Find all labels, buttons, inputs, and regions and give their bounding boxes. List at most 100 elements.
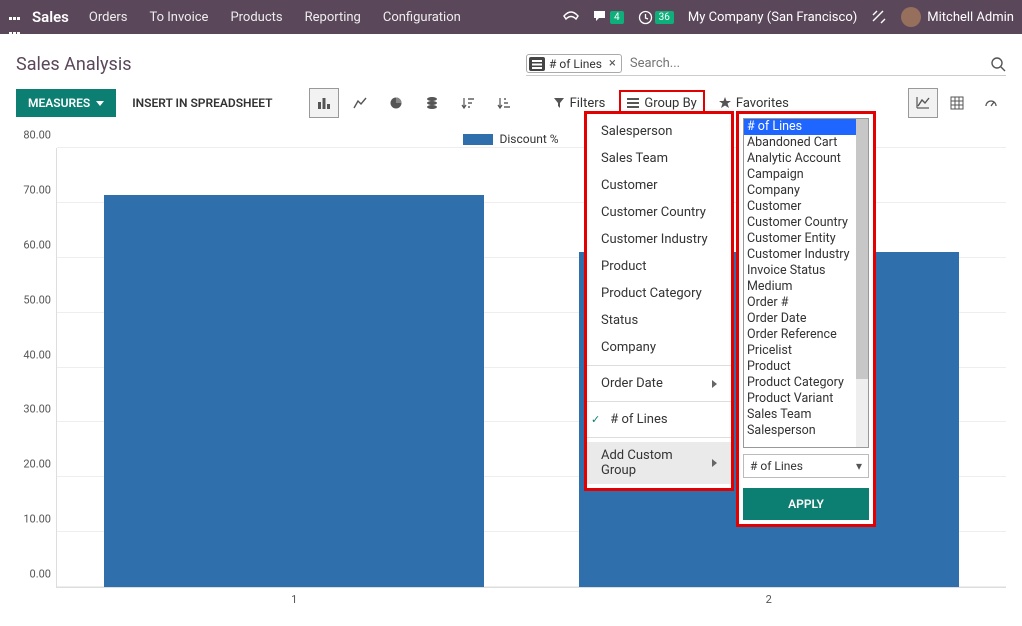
search-icon[interactable] [990,56,1006,72]
custom-group-option[interactable]: Product Variant [744,391,868,407]
search-area: # of Lines × [526,52,1006,76]
sort-asc-icon[interactable] [489,88,519,118]
y-tick-label: 30.00 [23,403,57,416]
custom-group-option[interactable]: Order # [744,295,868,311]
nav-configuration[interactable]: Configuration [383,10,461,25]
custom-group-option[interactable]: Product [744,359,868,375]
measures-label: MEASURES [28,96,90,110]
groupby-label: Group By [644,96,697,111]
custom-group-option[interactable]: Sales Team [744,407,868,423]
company-switcher[interactable]: My Company (San Francisco) [688,10,857,25]
chip-label: # of Lines [545,57,606,71]
custom-group-option[interactable]: Customer Industry [744,247,868,263]
pie-chart-icon[interactable] [381,88,411,118]
user-menu[interactable]: Mitchell Admin [901,7,1014,27]
filters-label: Filters [570,96,606,111]
custom-group-option[interactable]: Customer Country [744,215,868,231]
y-tick-label: 80.00 [23,129,57,142]
groupby-item[interactable]: Status [587,307,731,334]
legend-label: Discount % [499,132,558,146]
top-nav: Sales Orders To Invoice Products Reporti… [0,0,1022,34]
apply-button[interactable]: APPLY [743,488,869,520]
groupby-item[interactable]: Company [587,334,731,361]
groupby-item-lines[interactable]: # of Lines [587,406,731,433]
chevron-down-icon: ▾ [856,459,862,473]
y-tick-label: 20.00 [23,458,57,471]
brand[interactable]: Sales [32,8,69,26]
bar-chart-icon[interactable] [309,88,339,118]
sort-desc-icon[interactable] [453,88,483,118]
bar[interactable] [104,195,484,587]
custom-group-listbox[interactable]: # of LinesAbandoned CartAnalytic Account… [743,118,869,448]
nav-reporting[interactable]: Reporting [305,10,361,25]
star-icon [719,97,731,109]
pivot-view-icon[interactable] [942,88,972,118]
user-name: Mitchell Admin [927,10,1014,25]
y-tick-label: 50.00 [23,293,57,306]
apps-icon[interactable] [8,9,24,25]
custom-group-option[interactable]: Product Category [744,375,868,391]
caret-down-icon [96,101,104,106]
y-tick-label: 40.00 [23,348,57,361]
groupby-item[interactable]: Customer [587,172,731,199]
custom-group-option[interactable]: Pricelist [744,343,868,359]
favorites-label: Favorites [736,96,789,111]
custom-group-option[interactable]: Order Date [744,311,868,327]
activities-icon[interactable]: 36 [638,10,674,25]
groupby-item[interactable]: Product Category [587,280,731,307]
settings-icon[interactable] [871,9,887,25]
legend-swatch [463,134,493,145]
custom-group-option[interactable]: Salesperson [744,423,868,439]
custom-group-option[interactable]: Medium [744,279,868,295]
groupby-item[interactable]: Sales Team [587,145,731,172]
y-tick-label: 10.00 [23,513,57,526]
groupby-item[interactable]: Salesperson [587,118,731,145]
insert-spreadsheet-button[interactable]: INSERT IN SPREADSHEET [122,89,282,117]
messages-icon[interactable]: 4 [593,10,624,24]
line-chart-icon[interactable] [345,88,375,118]
groupby-add-custom[interactable]: Add Custom Group [587,442,731,484]
title-bar: Sales Analysis # of Lines × [0,34,1022,84]
custom-group-selected: # of Lines [750,459,803,473]
messages-badge: 4 [610,11,624,24]
custom-group-option[interactable]: Customer [744,199,868,215]
search-input[interactable] [628,52,990,75]
phone-icon[interactable] [563,10,579,24]
custom-group-panel: # of LinesAbandoned CartAnalytic Account… [736,111,876,527]
measures-button[interactable]: MEASURES [16,89,116,117]
search-chip[interactable]: # of Lines × [526,54,622,73]
scrollbar-thumb[interactable] [856,119,868,379]
groupby-icon [627,97,639,109]
custom-group-option[interactable]: # of Lines [744,119,868,135]
stacked-icon[interactable] [417,88,447,118]
nav-products[interactable]: Products [230,10,282,25]
y-tick-label: 0.00 [30,568,57,581]
custom-group-option[interactable]: Order Reference [744,327,868,343]
avatar [901,7,921,27]
custom-group-option[interactable]: Invoice Status [744,263,868,279]
groupby-item-order-date[interactable]: Order Date [587,370,731,397]
x-tick-label: 1 [291,587,297,606]
custom-group-select[interactable]: # of Lines ▾ [743,454,869,478]
y-tick-label: 70.00 [23,183,57,196]
x-tick-label: 2 [766,587,772,606]
custom-group-option[interactable]: Abandoned Cart [744,135,868,151]
custom-group-option[interactable]: Customer Entity [744,231,868,247]
graph-view-icon[interactable] [908,88,938,118]
y-tick-label: 60.00 [23,238,57,251]
nav-orders[interactable]: Orders [89,10,128,25]
custom-group-option[interactable]: Campaign [744,167,868,183]
filter-icon [553,97,565,109]
groupby-item[interactable]: Product [587,253,731,280]
groupby-item[interactable]: Customer Industry [587,226,731,253]
page-title: Sales Analysis [16,54,131,75]
nav-to-invoice[interactable]: To Invoice [149,10,208,25]
custom-group-option[interactable]: Company [744,183,868,199]
dashboard-view-icon[interactable] [976,88,1006,118]
groupby-chip-icon [529,57,545,71]
custom-group-option[interactable]: Analytic Account [744,151,868,167]
chip-close-icon[interactable]: × [606,56,619,71]
groupby-item[interactable]: Customer Country [587,199,731,226]
activities-badge: 36 [655,11,674,24]
groupby-dropdown: SalespersonSales TeamCustomerCustomer Co… [584,111,734,491]
